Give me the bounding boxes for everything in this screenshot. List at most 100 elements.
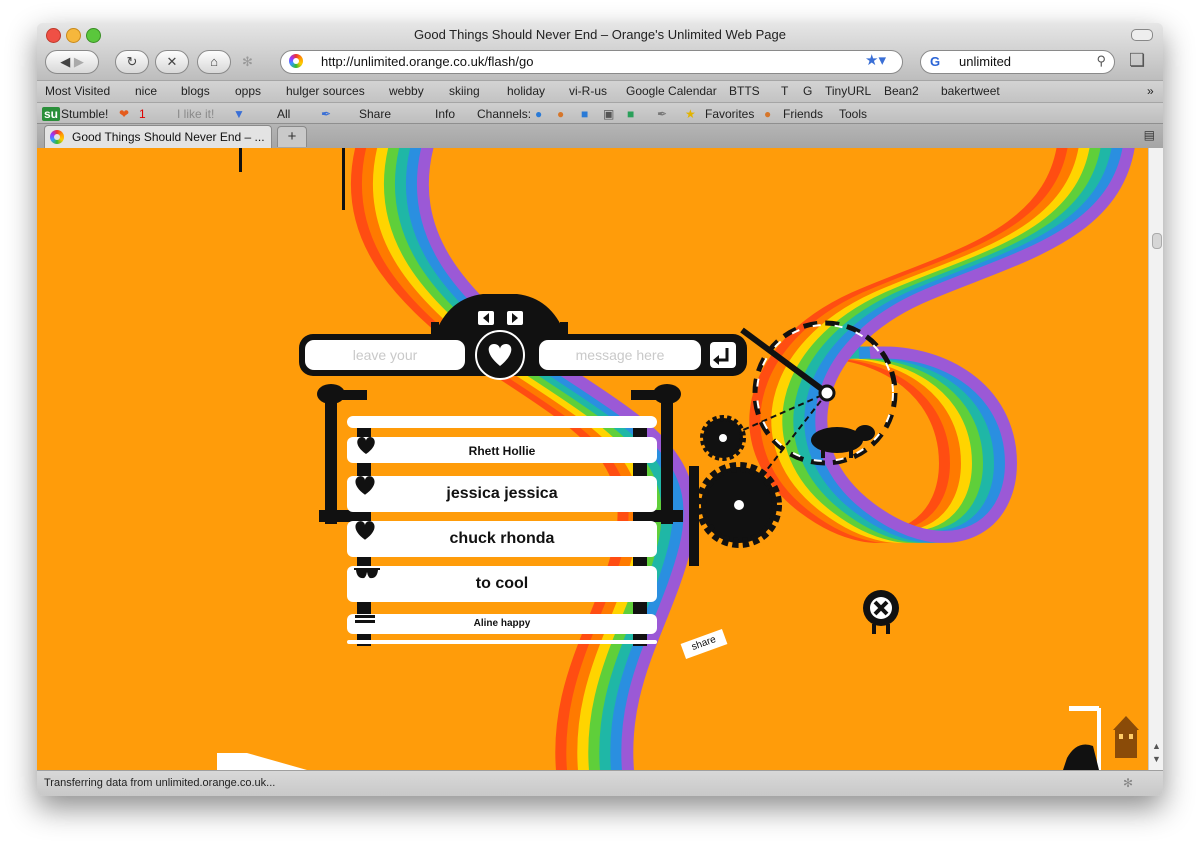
message-left-name: to [475,575,491,592]
scroll-up-icon[interactable]: ▲ [1152,741,1161,751]
heart-icon [357,437,375,454]
bookmark-holiday[interactable]: holiday [507,84,545,98]
message-left-input[interactable]: leave your [305,340,465,370]
google-icon[interactable]: G [927,54,943,70]
share-button[interactable]: Share [359,107,391,121]
message-right-name: cool [495,575,529,592]
channel-photo-icon[interactable]: ■ [581,107,588,121]
favorites-star-icon: ★ [685,107,696,121]
new-tab-button[interactable]: + [277,126,307,147]
message-row[interactable]: Aline happy [347,614,657,634]
message-row[interactable]: jessica jessica [347,476,657,512]
search-bar[interactable]: G unlimited ⚲ [920,50,1115,74]
large-gear-icon [696,462,782,548]
window-title: Good Things Should Never End – Orange's … [414,27,786,42]
stumbleupon-toolbar: su Stumble! ❤ 1 I like it! ▼ All ✒ Share… [37,102,1163,124]
thumbs-up-icon[interactable]: ❤ [119,107,129,121]
message-row[interactable]: chuck rhonda [347,521,657,557]
reload-icon: ↻ [126,54,138,69]
hanging-string [239,148,242,172]
scrollbar-thumb[interactable] [1152,233,1162,249]
channel-more-icon[interactable]: ✒ [657,107,667,121]
message-row[interactable]: Rhett Hollie [347,437,657,463]
stumble-button[interactable]: Stumble! [61,107,108,121]
toolbar-toggle-button[interactable] [1131,29,1153,41]
bookmark-skiing[interactable]: skiing [449,84,480,98]
tab-view-icon[interactable]: ❏ [1129,50,1153,72]
forward-arrow-icon[interactable]: ▶ [74,54,84,69]
bookmark-google-calendar[interactable]: Google Calendar [626,84,717,98]
bookmark-hulger-sources[interactable]: hulger sources [286,84,365,98]
tab-bar: Good Things Should Never End – ... + ▤ [37,123,1163,148]
reload-button[interactable]: ↻ [115,50,149,74]
bookmarks-toolbar: Most Visited nice blogs opps hulger sour… [37,80,1163,102]
submit-message-button[interactable] [710,342,736,368]
all-dropdown[interactable]: All [277,107,290,121]
browser-window: Good Things Should Never End – Orange's … [37,23,1163,796]
bookmark-bean2[interactable]: Bean2 [884,84,919,98]
back-forward-buttons[interactable]: ◀ ▶ [45,50,99,74]
scroll-down-icon[interactable]: ▼ [1152,754,1161,764]
activity-spinner-icon: ✻ [1122,776,1133,790]
bookmark-blogs[interactable]: blogs [181,84,210,98]
channel-video-icon[interactable]: ▣ [603,107,614,121]
tab-favicon-icon [50,130,64,144]
heart-icon [355,476,375,495]
search-icon[interactable]: ⚲ [1096,53,1106,69]
message-row[interactable]: to cool [347,566,657,602]
bookmark-vi-r-us[interactable]: vi-R-us [569,84,607,98]
favorites-button[interactable]: Favorites [705,107,754,121]
channels-label: Channels: [477,107,532,121]
address-bar[interactable]: http://unlimited.orange.co.uk/flash/go [280,50,903,74]
message-row-partial-top [347,416,657,428]
bookmark-star-icon[interactable]: ★▾ [865,51,886,69]
bookmark-btts[interactable]: BTTS [729,84,760,98]
message-right-input[interactable]: message here [539,340,701,370]
bookmark-webby[interactable]: webby [389,84,424,98]
channel-web-icon[interactable]: ● [535,107,542,121]
url-input[interactable]: http://unlimited.orange.co.uk/flash/go [321,54,533,69]
tab-label: Good Things Should Never End – ... [72,130,265,144]
home-button[interactable]: ⌂ [197,50,231,74]
heart-icon [355,521,375,540]
bookmark-t[interactable]: T [781,84,788,98]
bookmark-g[interactable]: G [803,84,812,98]
ratchet-bar [689,466,699,566]
sunglasses-icon [354,568,380,579]
tag-icon[interactable]: ✒ [321,107,331,121]
i-like-it-button[interactable]: I like it! [177,107,214,121]
message-right-name: jessica [504,485,558,502]
page-content: leave your message here Rhett Hollie jes… [37,148,1148,770]
message-left-name: chuck [449,530,496,547]
bookmark-opps[interactable]: opps [235,84,261,98]
hanging-string [342,148,345,210]
message-left-name: Aline [473,618,499,629]
home-icon: ⌂ [210,54,218,69]
thumbs-down-icon[interactable]: ▼ [233,107,245,121]
bookmarks-overflow-icon[interactable]: » [1147,84,1154,98]
info-button[interactable]: Info [435,107,455,121]
bookmark-bakertweet[interactable]: bakertweet [941,84,1000,98]
message-left-name: jessica [446,485,500,502]
small-gear-icon [700,415,746,461]
channel-news-icon[interactable]: ■ [627,107,634,121]
equals-icon [355,615,375,623]
vertical-scrollbar[interactable]: ▲ ▼ [1148,148,1163,770]
status-text: Transferring data from unlimited.orange.… [44,777,276,789]
search-input[interactable]: unlimited [959,54,1011,69]
tab-good-things[interactable]: Good Things Should Never End – ... [44,125,272,148]
stop-icon: ✕ [166,54,178,69]
site-favicon-icon [289,54,303,68]
title-bar: Good Things Should Never End – Orange's … [37,23,1163,80]
message-right-name: rhonda [500,530,555,547]
stop-button[interactable]: ✕ [155,50,189,74]
back-arrow-icon[interactable]: ◀ [60,54,70,69]
friends-button[interactable]: Friends [783,107,823,121]
bookmark-tinyurl[interactable]: TinyURL [825,84,871,98]
message-right-name: Hollie [502,443,536,458]
tools-dropdown[interactable]: Tools [839,107,867,121]
channel-people-icon[interactable]: ● [557,107,564,121]
list-all-tabs-icon[interactable]: ▤ [1144,128,1155,142]
bookmark-nice[interactable]: nice [135,84,157,98]
bookmark-most-visited[interactable]: Most Visited [45,84,110,98]
